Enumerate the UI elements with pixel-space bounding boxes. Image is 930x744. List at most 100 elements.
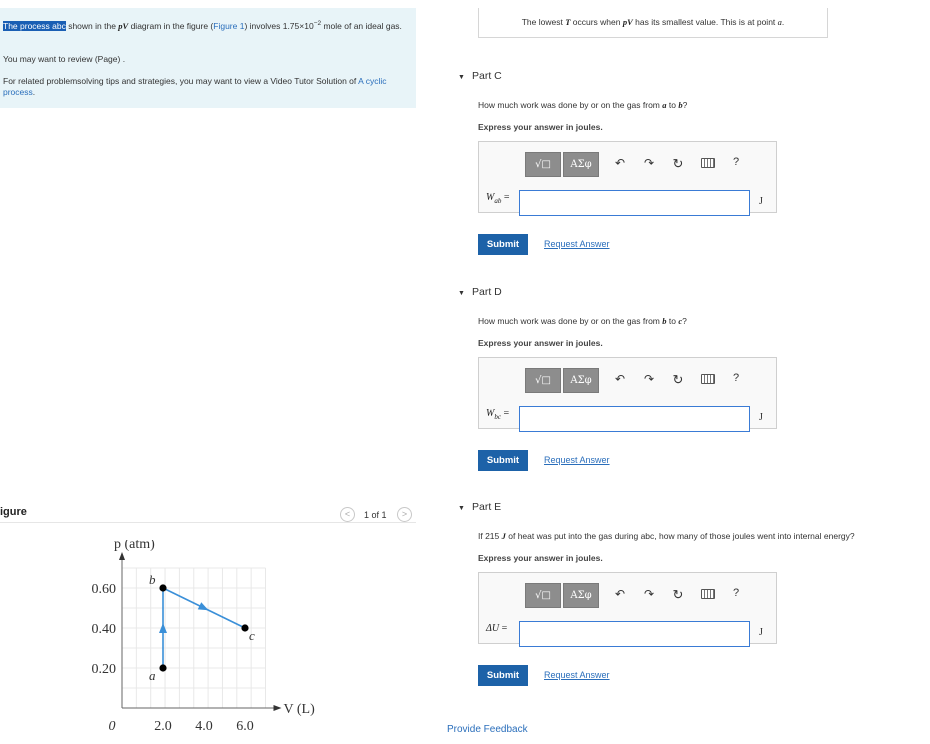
note-text-2: occurs when [570, 17, 623, 27]
variable-main: ΔU [486, 623, 500, 634]
request-answer-link[interactable]: Request Answer [544, 670, 610, 680]
intro-exponent: −2 [313, 20, 322, 27]
part-header[interactable]: ▼ Part E [458, 501, 501, 513]
state-point-b [159, 584, 167, 592]
question-text-1: How much work was done by or on the gas … [478, 100, 663, 110]
pv-diagram: p (atm) V (L) 0.60 0.40 0.20 2.0 4.0 6.0 0 a b c [92, 540, 316, 734]
symbols-button[interactable]: ΑΣφ [563, 368, 599, 393]
x-axis-arrow-icon [273, 705, 282, 711]
help-icon[interactable]: ? [729, 372, 743, 384]
unit-label: J [759, 412, 763, 423]
problem-intro-box: The process abc shown in the pV diagram … [0, 8, 416, 108]
answer-input[interactable] [519, 406, 750, 432]
keyboard-icon[interactable] [701, 158, 715, 168]
y-axis-label: p (atm) [114, 540, 155, 552]
x-tick-label: 6.0 [236, 719, 254, 734]
answer-input[interactable] [519, 621, 750, 647]
undo-icon[interactable]: ↶ [613, 156, 627, 170]
intro-text-3: ) involves 1.75×10 [244, 20, 314, 31]
chevron-right-icon[interactable]: > [397, 507, 412, 522]
request-answer-link[interactable]: Request Answer [544, 239, 610, 249]
note-text-1: The lowest [521, 17, 566, 27]
question-text-2: to [666, 100, 679, 110]
chart-grid [122, 567, 266, 708]
part-header[interactable]: ▼ Part C [458, 70, 502, 82]
variable-equals: = [500, 408, 510, 419]
question-text-2: to [666, 316, 679, 326]
reset-icon[interactable]: ↻ [671, 156, 685, 172]
provide-feedback-link[interactable]: Provide Feedback [447, 724, 528, 735]
question-text-1: If 215 [478, 531, 502, 541]
state-point-label: b [149, 572, 156, 587]
submit-button[interactable]: Submit [478, 234, 528, 255]
help-icon[interactable]: ? [729, 587, 743, 599]
answer-variable-label: Wbc = [486, 408, 509, 421]
collapse-triangle-icon[interactable]: ▼ [458, 74, 472, 81]
related-paragraph: For related problemsolving tips and stra… [3, 76, 411, 98]
question-text-1: How much work was done by or on the gas … [478, 316, 663, 326]
collapse-triangle-icon[interactable]: ▼ [458, 290, 472, 297]
part-question: If 215 J of heat was put into the gas du… [478, 531, 855, 541]
note-pv: pV [622, 17, 633, 27]
chart-ticks: 0.60 0.40 0.20 2.0 4.0 6.0 0 [92, 582, 254, 734]
intro-pv: pV [118, 20, 129, 31]
state-point-label: a [149, 668, 156, 683]
answer-box: √□ ΑΣφ ↶ ↷ ↻ ? Wab = J [478, 141, 777, 216]
submit-button[interactable]: Submit [478, 665, 528, 686]
intro-highlight: The process abc [3, 20, 66, 31]
x-tick-label: 2.0 [154, 719, 172, 734]
help-icon[interactable]: ? [729, 156, 743, 168]
collapse-triangle-icon[interactable]: ▼ [458, 505, 472, 512]
request-answer-link[interactable]: Request Answer [544, 455, 610, 465]
part-question: How much work was done by or on the gas … [478, 100, 687, 110]
part-b-solution-note: The lowest T occurs when pV has its smal… [478, 8, 828, 38]
chevron-left-icon[interactable]: < [340, 507, 355, 522]
undo-icon[interactable]: ↶ [613, 372, 627, 386]
figure-label: igure [0, 506, 27, 518]
question-text-2: of heat was put into the gas during abc,… [505, 531, 855, 541]
related-end: . [32, 87, 36, 97]
undo-icon[interactable]: ↶ [613, 587, 627, 601]
x-axis-label: V (L) [284, 702, 316, 717]
answer-box: √□ ΑΣφ ↶ ↷ ↻ ? Wbc = J [478, 357, 777, 432]
part-header[interactable]: ▼ Part D [458, 286, 502, 298]
intro-text-2: diagram in the figure ( [128, 20, 214, 31]
part-title[interactable]: Part E [472, 501, 501, 513]
submit-button[interactable]: Submit [478, 450, 528, 471]
answer-input[interactable] [519, 190, 750, 216]
redo-icon[interactable]: ↷ [642, 372, 656, 386]
origin-label: 0 [109, 719, 116, 734]
figure-pager: 1 of 1 [364, 510, 387, 520]
variable-equals: = [499, 623, 508, 634]
review-page-link[interactable]: Page [98, 54, 118, 64]
figure-divider [0, 522, 416, 523]
symbols-button[interactable]: ΑΣφ [563, 152, 599, 177]
symbols-button[interactable]: ΑΣφ [563, 583, 599, 608]
keyboard-icon[interactable] [701, 374, 715, 384]
templates-button[interactable]: √□ [525, 152, 561, 177]
related-text: For related problemsolving tips and stra… [3, 76, 359, 86]
question-text-3: ? [682, 316, 687, 326]
note-text-3: has its smallest value. This is at point [632, 17, 778, 27]
intro-paragraph: The process abc shown in the pV diagram … [3, 18, 411, 32]
state-point-label: c [249, 628, 255, 643]
part-title[interactable]: Part C [472, 70, 502, 82]
reset-icon[interactable]: ↻ [671, 372, 685, 388]
intro-text-4: mole of an ideal gas. [321, 20, 402, 31]
reset-icon[interactable]: ↻ [671, 587, 685, 603]
keyboard-icon[interactable] [701, 589, 715, 599]
unit-label: J [759, 196, 763, 207]
redo-icon[interactable]: ↷ [642, 156, 656, 170]
part-instruction: Express your answer in joules. [478, 338, 603, 348]
y-tick-label: 0.60 [92, 582, 117, 597]
review-end: ) . [117, 54, 126, 64]
part-title[interactable]: Part D [472, 286, 502, 298]
figure-link[interactable]: Figure 1 [213, 21, 244, 31]
templates-button[interactable]: √□ [525, 368, 561, 393]
templates-button[interactable]: √□ [525, 583, 561, 608]
y-tick-label: 0.20 [92, 662, 117, 677]
variable-sub: bc [494, 413, 501, 421]
answer-variable-label: ΔU = [486, 623, 507, 636]
redo-icon[interactable]: ↷ [642, 587, 656, 601]
y-tick-label: 0.40 [92, 622, 117, 637]
